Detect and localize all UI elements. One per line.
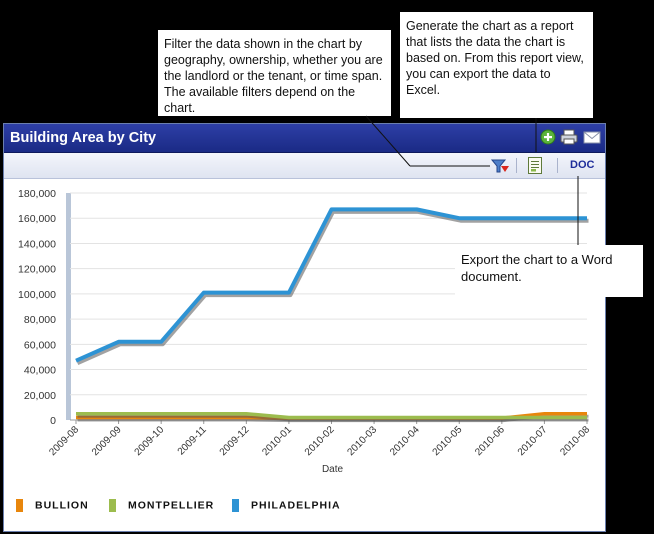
doc-callout: Export the chart to a Word document. — [455, 245, 643, 297]
legend-swatch — [16, 499, 23, 512]
y-tick-label: 160,000 — [18, 213, 56, 225]
x-tick-label: 2010-07 — [516, 424, 550, 458]
y-tick-label: 60,000 — [24, 339, 56, 351]
chart-plot: 0 20,000 40,000 60,000 80,000 100,000 120,000 1… — [18, 188, 592, 475]
print-icon[interactable] — [560, 129, 578, 145]
doc-export-button[interactable]: DOC — [570, 159, 594, 171]
x-tick-label: 2009-08 — [47, 424, 81, 458]
legend-swatch — [232, 499, 239, 512]
y-tick-label: 120,000 — [18, 264, 56, 276]
y-tick-label: 0 — [50, 415, 56, 427]
x-tick-label: 2009-09 — [90, 424, 124, 458]
y-tick-label: 20,000 — [24, 390, 56, 402]
x-tick-label: 2010-04 — [388, 424, 422, 458]
toolbar-separator — [557, 158, 558, 173]
legend-item-montpellier: MONTPELLIER — [109, 499, 214, 513]
x-tick-label: 2010-08 — [558, 424, 592, 458]
report-icon[interactable] — [527, 156, 543, 180]
x-tick-label: 2010-05 — [431, 424, 465, 458]
toolbar-separator — [516, 158, 517, 173]
y-axis-strip — [66, 193, 71, 420]
x-tick-label: 2010-01 — [260, 424, 294, 458]
y-tick-label: 40,000 — [24, 365, 56, 377]
y-tick-label: 80,000 — [24, 314, 56, 326]
chart-panel: Building Area by City DOC 0 20,000 40,000 6… — [3, 123, 606, 532]
y-tick-label: 180,000 — [18, 188, 56, 200]
legend-item-bullion: BULLION — [16, 499, 89, 513]
y-tick-label: 140,000 — [18, 238, 56, 250]
y-tick-label: 100,000 — [18, 289, 56, 301]
x-tick-label: 2010-03 — [345, 424, 379, 458]
x-tick-label: 2010-02 — [303, 424, 337, 458]
x-tick-label: 2009-11 — [176, 424, 210, 458]
panel-title-bar: Building Area by City — [4, 124, 605, 153]
legend-label: PHILADELPHIA — [251, 499, 341, 512]
x-tick-label: 2009-10 — [133, 424, 167, 458]
x-axis-label: Date — [322, 464, 344, 475]
legend-item-philadelphia: PHILADELPHIA — [232, 499, 341, 513]
x-tick-label: 2009-12 — [218, 424, 252, 458]
email-icon[interactable] — [583, 129, 601, 145]
chart-toolbar: DOC — [4, 153, 605, 179]
legend-label: MONTPELLIER — [128, 499, 215, 512]
legend-label: BULLION — [35, 499, 89, 512]
filter-icon[interactable] — [490, 157, 510, 180]
filter-callout: Filter the data shown in the chart by ge… — [158, 30, 391, 116]
panel-title: Building Area by City — [10, 130, 157, 146]
report-callout: Generate the chart as a report that list… — [400, 12, 593, 118]
legend-swatch — [109, 499, 116, 512]
add-icon[interactable] — [540, 129, 556, 145]
x-tick-label: 2010-06 — [473, 424, 507, 458]
